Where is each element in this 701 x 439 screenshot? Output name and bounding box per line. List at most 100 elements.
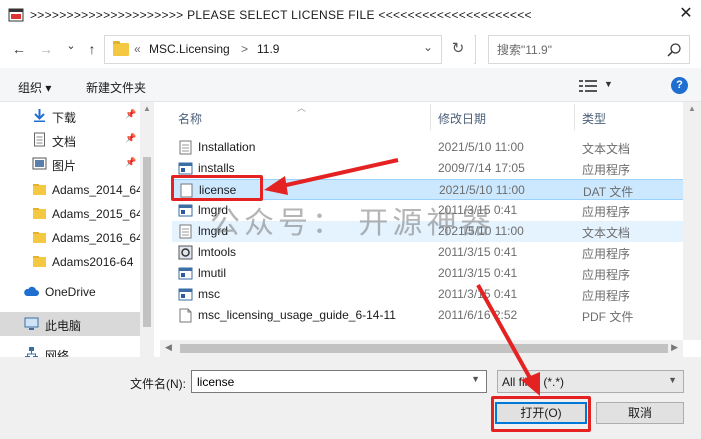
- organize-menu[interactable]: 组织 ▾: [18, 79, 51, 96]
- close-button[interactable]: ✕: [671, 0, 701, 30]
- folder-icon: [32, 206, 47, 221]
- filename-input[interactable]: [197, 374, 457, 389]
- file-name: lmtools: [198, 245, 237, 259]
- filetype-value: All files (*.*): [502, 375, 565, 389]
- search-box[interactable]: [488, 35, 690, 64]
- search-input[interactable]: [497, 41, 657, 58]
- scroll-left-icon[interactable]: ◀: [165, 342, 172, 353]
- sidebar-item-label: 此电脑: [45, 319, 82, 333]
- sidebar-item-7[interactable]: Adams2016-64: [0, 250, 140, 274]
- new-folder-button[interactable]: 新建文件夹: [86, 79, 146, 96]
- breadcrumb-separator: >: [241, 42, 249, 56]
- address-dropdown[interactable]: ⌄: [423, 40, 433, 54]
- search-icon: [667, 43, 681, 57]
- file-row[interactable]: lmtools 2011/3/15 0:41 应用程序: [172, 242, 697, 263]
- navigation-pane-scrollbar[interactable]: ▲: [140, 102, 154, 357]
- file-date: 2011/6/16 2:52: [438, 308, 518, 322]
- sidebar-item-label: OneDrive: [45, 285, 96, 299]
- file-type: 应用程序: [582, 268, 631, 282]
- watermark-text: 公众号： 开源神器: [210, 207, 495, 240]
- file-type: 应用程序: [582, 289, 631, 303]
- recent-locations-dropdown[interactable]: ⌄: [62, 37, 80, 55]
- sidebar-item-label: Adams2016-64: [52, 255, 134, 269]
- sidebar-item-4[interactable]: Adams_2014_64: [0, 178, 143, 202]
- horizontal-scrollbar[interactable]: ◀ ▶: [160, 340, 683, 357]
- sidebar-item-3[interactable]: 图片 📌: [0, 152, 140, 176]
- navigation-pane: 下载 📌 文档 📌 图片 📌 Adams_2014_64 Adams_2015_64 Adams…: [0, 102, 154, 357]
- view-options-dropdown-icon[interactable]: ▼: [604, 79, 613, 89]
- breadcrumb-msc-licensing[interactable]: MSC.Licensing: [149, 42, 230, 56]
- file-name: Installation: [198, 140, 256, 154]
- scroll-up-icon[interactable]: ▲: [688, 104, 696, 113]
- folder-icon: [113, 41, 129, 56]
- file-name: msc_licensing_usage_guide_6-14-11: [198, 308, 396, 322]
- sidebar-item-label: Adams_2014_64: [52, 183, 143, 197]
- file-row[interactable]: Installation 2021/5/10 11:00 文本文档: [172, 137, 697, 158]
- file-row[interactable]: msc 2011/3/15 0:41 应用程序: [172, 284, 697, 305]
- file-type: 文本文档: [582, 226, 631, 240]
- app-icon: [178, 266, 193, 281]
- command-toolbar: 组织 ▾ 新建文件夹 ▼ ?: [0, 68, 701, 102]
- dialog-footer: 文件名(N): ▼ All files (*.*) ▼ 打开(O) 取消: [0, 357, 701, 439]
- open-button-callout-box: [491, 396, 591, 432]
- title-bar: >>>>>>>>>>>>>>>>>>>>> PLEASE SELECT LICE…: [0, 0, 701, 30]
- app-icon: [178, 287, 193, 302]
- view-options-icon[interactable]: [579, 79, 597, 93]
- filetype-select[interactable]: All files (*.*) ▼: [497, 370, 684, 393]
- breadcrumb-11-9[interactable]: 11.9: [257, 42, 279, 56]
- file-type: 文本文档: [582, 142, 631, 156]
- download-icon: [32, 108, 47, 123]
- forward-button[interactable]: →: [37, 40, 55, 58]
- column-divider[interactable]: [430, 104, 431, 130]
- back-button[interactable]: ←: [10, 40, 28, 58]
- file-type: 应用程序: [582, 205, 631, 219]
- file-date: 2021/5/10 11:00: [438, 140, 524, 154]
- scroll-up-icon[interactable]: ▲: [143, 104, 151, 113]
- folder-icon: [32, 254, 47, 269]
- sidebar-item-9[interactable]: 此电脑: [0, 312, 140, 336]
- network-icon: [24, 346, 39, 357]
- file-date: 2011/3/15 0:41: [438, 287, 518, 301]
- filename-label: 文件名(N):: [130, 377, 186, 391]
- filename-combobox[interactable]: ▼: [191, 370, 487, 393]
- cancel-button[interactable]: 取消: [596, 402, 684, 424]
- column-header-date[interactable]: 修改日期: [438, 110, 486, 127]
- breadcrumb-overflow[interactable]: «: [134, 42, 141, 56]
- sidebar-item-10[interactable]: 网络: [0, 342, 140, 357]
- sidebar-item-2[interactable]: 文档 📌: [0, 128, 140, 152]
- scrollbar-thumb[interactable]: [143, 157, 151, 327]
- file-row[interactable]: msc_licensing_usage_guide_6-14-11 2011/6/…: [172, 305, 697, 326]
- navigation-bar: ← → ⌄ ↑ « MSC.Licensing > 11.9 ⌄ ↻: [0, 30, 701, 68]
- up-button[interactable]: ↑: [83, 40, 101, 58]
- sidebar-item-8[interactable]: OneDrive: [0, 280, 140, 304]
- sidebar-item-5[interactable]: Adams_2015_64: [0, 202, 143, 226]
- picture-icon: [32, 156, 47, 171]
- cloud-icon: [24, 284, 39, 299]
- file-date: 2011/3/15 0:41: [438, 266, 518, 280]
- pin-icon: 📌: [125, 109, 137, 119]
- file-type: DAT 文件: [583, 185, 634, 199]
- sidebar-item-1[interactable]: 下载 📌: [0, 104, 140, 128]
- address-bar[interactable]: « MSC.Licensing > 11.9 ⌄: [104, 35, 476, 64]
- help-button[interactable]: ?: [671, 77, 688, 94]
- horizontal-scrollbar-thumb[interactable]: [180, 344, 668, 353]
- file-type: 应用程序: [582, 247, 631, 261]
- window-title: >>>>>>>>>>>>>>>>>>>>> PLEASE SELECT LICE…: [30, 8, 532, 22]
- sidebar-item-label: Adams_2015_64: [52, 207, 143, 221]
- sidebar-item-label: 文档: [52, 135, 77, 149]
- sidebar-item-6[interactable]: Adams_2016_64: [0, 226, 143, 250]
- pin-icon: 📌: [125, 133, 137, 143]
- column-divider[interactable]: [574, 104, 575, 130]
- document-icon: [32, 132, 47, 147]
- file-row[interactable]: lmutil 2011/3/15 0:41 应用程序: [172, 263, 697, 284]
- file-name: installs: [198, 161, 235, 175]
- filename-dropdown-icon[interactable]: ▼: [471, 374, 480, 384]
- sidebar-item-label: 图片: [52, 159, 77, 173]
- refresh-button[interactable]: ↻: [441, 35, 474, 64]
- file-list-scrollbar[interactable]: ▲: [683, 102, 701, 340]
- scroll-right-icon[interactable]: ▶: [671, 342, 678, 353]
- column-header-type[interactable]: 类型: [582, 110, 606, 127]
- pin-icon: 📌: [125, 157, 137, 167]
- computer-icon: [24, 316, 39, 331]
- column-header-name[interactable]: 名称: [178, 110, 202, 127]
